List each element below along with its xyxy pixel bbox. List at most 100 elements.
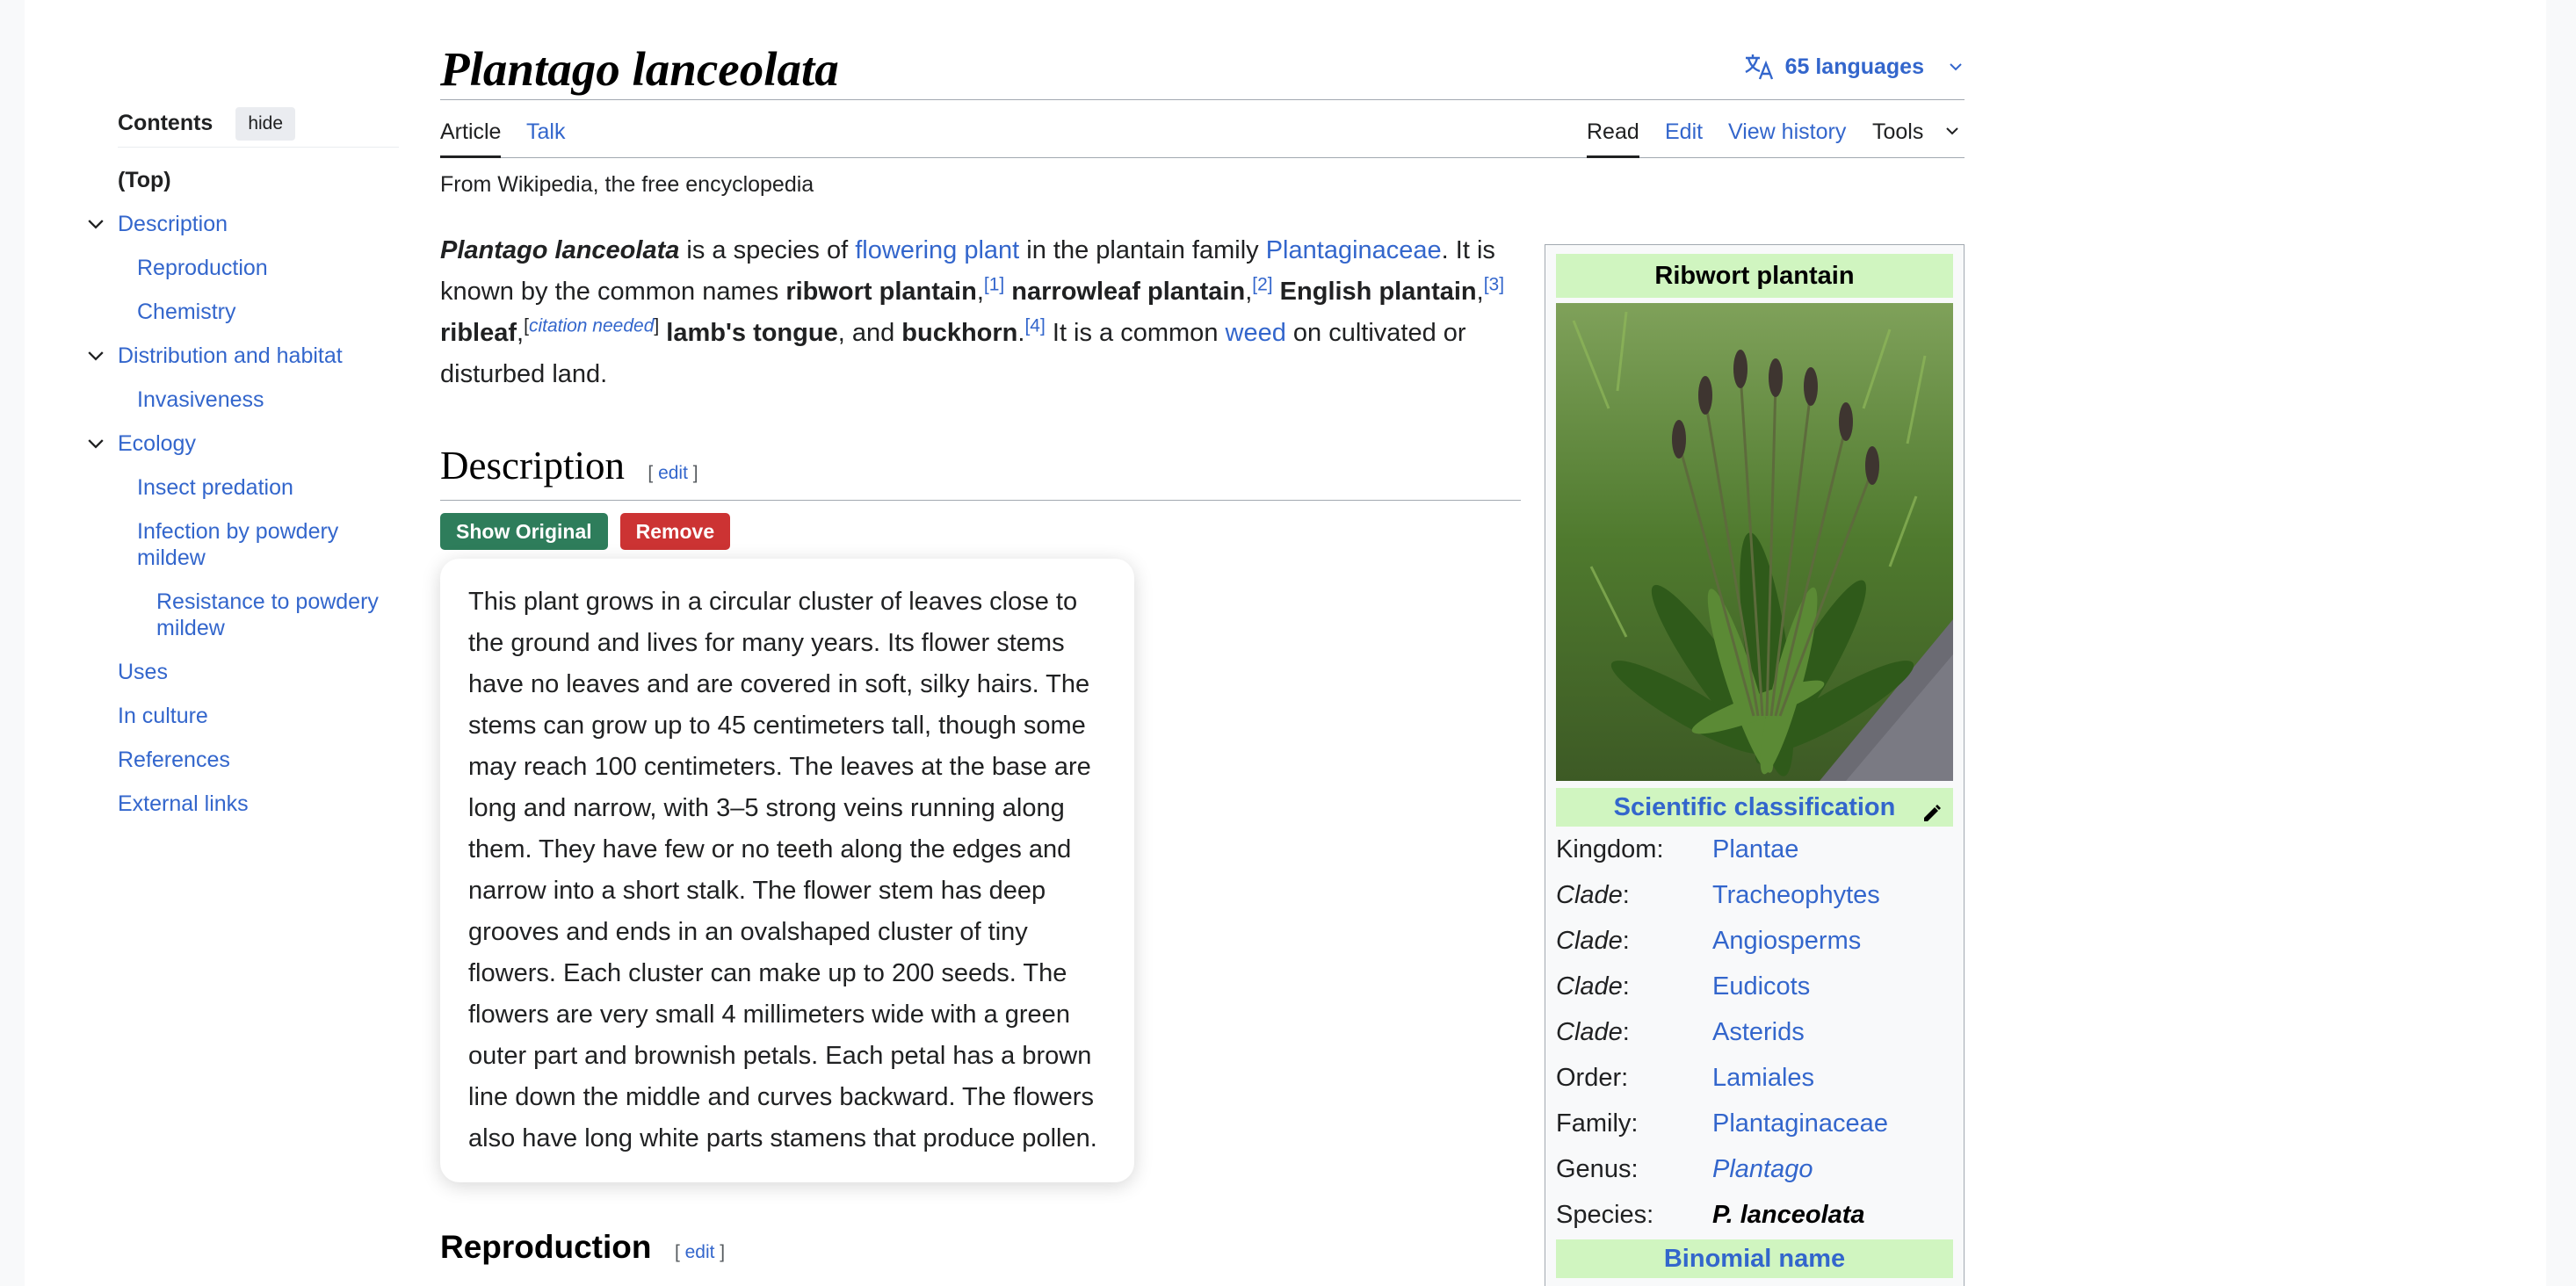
- description-text: This plant grows in a circular cluster o…: [468, 588, 1097, 1152]
- toc-hide-button[interactable]: hide: [235, 106, 296, 141]
- tab-talk[interactable]: Talk: [526, 114, 565, 158]
- toc-item-chemistry[interactable]: Chemistry: [118, 290, 399, 334]
- infobox-row-species: Species: P. lanceolata: [1556, 1192, 1953, 1238]
- clade-label: Clade: [1556, 972, 1623, 1001]
- tools-label: Tools: [1872, 119, 1924, 144]
- clade-label: Clade: [1556, 926, 1623, 955]
- lead-text: , and: [837, 319, 902, 347]
- toc-item-references[interactable]: References: [118, 738, 399, 782]
- row-label: Kingdom:: [1556, 834, 1664, 863]
- edit-section: [ edit ]: [648, 463, 698, 483]
- page-tabs: Article Talk Read Edit View history Tool…: [440, 114, 1965, 158]
- row-value-link[interactable]: Lamiales: [1712, 1064, 1814, 1093]
- description-actions: Show Original Remove: [440, 513, 731, 550]
- toc-item-top[interactable]: (Top): [118, 158, 399, 202]
- row-label: Genus:: [1556, 1154, 1639, 1183]
- ref-2[interactable]: [2]: [1252, 274, 1272, 294]
- common-name: buckhorn: [901, 319, 1018, 347]
- common-name: ribwort plantain: [785, 278, 977, 306]
- language-button[interactable]: 65 languages: [1743, 53, 1965, 81]
- common-name: English plantain: [1279, 278, 1477, 306]
- lead-name: Plantago lanceolata: [440, 236, 680, 264]
- row-value-link[interactable]: Plantaginaceae: [1712, 1109, 1888, 1138]
- infobox-row-family: Family: Plantaginaceae: [1556, 1101, 1953, 1146]
- toc-item-reproduction[interactable]: Reproduction: [118, 246, 399, 290]
- translate-icon: [1743, 53, 1775, 81]
- plant-image[interactable]: [1556, 303, 1953, 781]
- tools-menu[interactable]: Tools: [1872, 114, 1961, 158]
- tagline: From Wikipedia, the free encyclopedia: [440, 172, 814, 197]
- toc-item-in-culture[interactable]: In culture: [118, 694, 399, 738]
- row-value-link[interactable]: Asterids: [1712, 1018, 1805, 1047]
- toc-item-distribution[interactable]: Distribution and habitat: [88, 334, 399, 378]
- infobox-binomial-header[interactable]: Binomial name: [1556, 1239, 1953, 1278]
- row-label: Family:: [1556, 1109, 1639, 1138]
- common-name: narrowleaf plantain: [1011, 278, 1246, 306]
- row-value-link[interactable]: Tracheophytes: [1712, 881, 1880, 910]
- infobox-row-genus: Genus: Plantago: [1556, 1146, 1953, 1192]
- toc-item-insect-predation[interactable]: Insect predation: [118, 466, 399, 509]
- ref-1[interactable]: [1]: [984, 274, 1004, 294]
- link-plantaginaceae[interactable]: Plantaginaceae: [1266, 236, 1442, 264]
- toc-item-ecology[interactable]: Ecology: [88, 422, 399, 466]
- toc-item-powdery-mildew[interactable]: Infection by powdery mildew: [118, 509, 381, 580]
- infobox: Ribwort plantain Scientific classificati…: [1545, 244, 1965, 1286]
- chevron-down-icon: [1943, 115, 1961, 150]
- row-value-link[interactable]: Plantae: [1712, 835, 1798, 864]
- row-label: Clade:: [1556, 972, 1630, 1001]
- toc-item-description[interactable]: Description: [88, 202, 399, 246]
- chevron-down-icon: [1947, 58, 1965, 76]
- simplified-description-card: This plant grows in a circular cluster o…: [440, 559, 1134, 1182]
- common-name: lamb's tongue: [666, 319, 838, 347]
- tab-article[interactable]: Article: [440, 114, 502, 158]
- edit-section-link[interactable]: edit: [685, 1242, 715, 1262]
- link-flowering-plant[interactable]: flowering plant: [855, 236, 1019, 264]
- lead-paragraph: Plantago lanceolata is a species of flow…: [440, 236, 1505, 388]
- lead-text: in the plantain family: [1019, 236, 1266, 264]
- chevron-down-icon[interactable]: [84, 344, 107, 367]
- tab-view-history[interactable]: View history: [1728, 114, 1846, 158]
- link-weed[interactable]: weed: [1226, 319, 1286, 347]
- lead-text: is a species of: [679, 236, 856, 264]
- remove-button[interactable]: Remove: [619, 513, 731, 550]
- toc-item-external-links[interactable]: External links: [118, 782, 399, 826]
- pencil-icon[interactable]: [1921, 797, 1943, 821]
- common-name: ribleaf: [440, 319, 517, 347]
- infobox-classification-header[interactable]: Scientific classification: [1556, 788, 1953, 827]
- row-value-link[interactable]: Plantago: [1712, 1155, 1813, 1184]
- classification-title: Scientific classification: [1613, 793, 1896, 821]
- toc-item-resistance[interactable]: Resistance to powdery mildew: [118, 580, 381, 650]
- section-heading-description: Description [ edit ]: [440, 439, 1521, 501]
- toc-item-uses[interactable]: Uses: [118, 650, 399, 694]
- chevron-down-icon[interactable]: [84, 432, 107, 455]
- infobox-row-clade: Clade: Eudicots: [1556, 964, 1953, 1009]
- page-title: Plantago lanceolata: [440, 42, 839, 96]
- ref-3[interactable]: [3]: [1484, 274, 1504, 294]
- toc-title: Contents: [118, 111, 213, 135]
- section-heading-reproduction: Reproduction [ edit ]: [440, 1221, 1521, 1274]
- toc-item-invasiveness[interactable]: Invasiveness: [118, 378, 399, 422]
- ref-4[interactable]: [4]: [1024, 315, 1045, 336]
- edit-section-link[interactable]: edit: [658, 463, 688, 483]
- row-value-link[interactable]: Angiosperms: [1712, 927, 1861, 956]
- right-gutter: [2546, 0, 2576, 1286]
- row-label: Clade:: [1556, 926, 1630, 955]
- lead-text: It is a common: [1045, 319, 1226, 347]
- row-value-link[interactable]: Eudicots: [1712, 972, 1810, 1001]
- tab-read[interactable]: Read: [1587, 114, 1639, 158]
- toc-list: (Top) Description Reproduction Chemistry…: [88, 158, 399, 826]
- language-count: 65 languages: [1784, 54, 1924, 79]
- chevron-down-icon[interactable]: [84, 213, 107, 235]
- toc-item-label: Distribution and habitat: [118, 343, 343, 368]
- title-row: Plantago lanceolata 65 languages: [440, 39, 1965, 100]
- show-original-button[interactable]: Show Original: [440, 513, 608, 550]
- row-label: Order:: [1556, 1063, 1629, 1092]
- toc-header: Contents hide: [118, 105, 399, 148]
- citation-needed-link[interactable]: citation needed: [529, 315, 654, 336]
- tab-edit[interactable]: Edit: [1665, 114, 1703, 158]
- infobox-row-clade: Clade: Tracheophytes: [1556, 872, 1953, 918]
- section-title: Reproduction: [440, 1229, 652, 1265]
- edit-section: [ edit ]: [674, 1242, 726, 1262]
- table-of-contents: Contents hide (Top) Description Reproduc…: [88, 105, 399, 826]
- clade-label: Clade: [1556, 880, 1623, 909]
